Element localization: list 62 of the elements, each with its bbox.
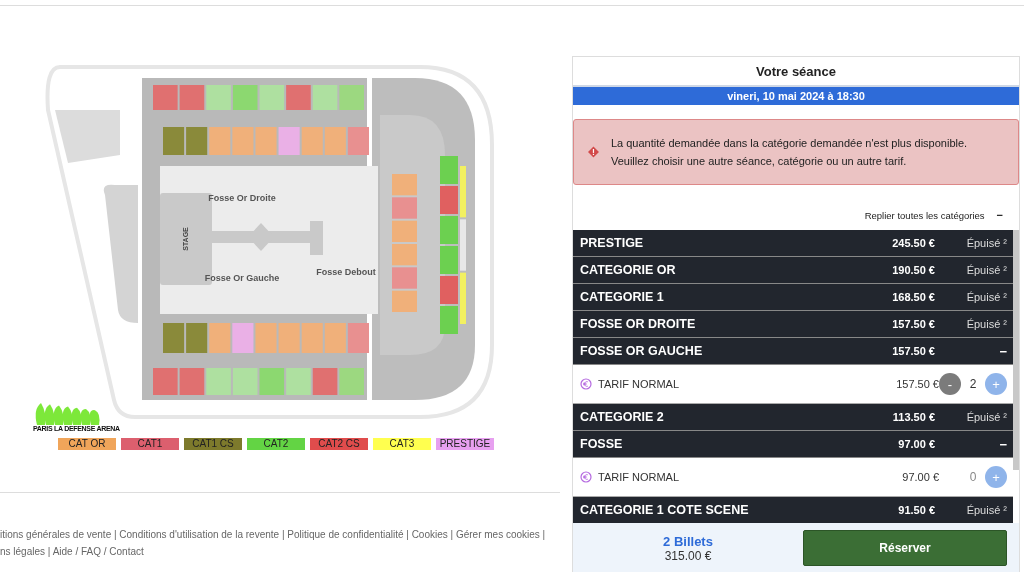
category-header[interactable]: CATEGORIE 1 168.50 € Épuisé ² — [573, 284, 1013, 311]
category-name: PRESTIGE — [580, 236, 645, 250]
sold-out-status: Épuisé ² — [965, 237, 1007, 249]
quantity-value: 0 — [968, 470, 978, 484]
category-header[interactable]: FOSSE OR DROITE 157.50 € Épuisé ² — [573, 311, 1013, 338]
euro-icon — [580, 471, 592, 483]
category-name: FOSSE OR GAUCHE — [580, 344, 704, 358]
category-price: 168.50 € — [891, 291, 935, 303]
tariff-price: 157.50 € — [896, 378, 939, 390]
collapse-icon[interactable]: − — [996, 209, 1003, 221]
category-price: 157.50 € — [891, 345, 935, 357]
total-price: 315.00 € — [664, 548, 712, 563]
category-name: FOSSE — [580, 437, 624, 451]
collapse-all-link[interactable]: Replier toutes les catégories — [864, 209, 985, 221]
footer-links[interactable]: ns légales | Aide / FAQ / Contact — [0, 546, 572, 557]
sold-out-status: Épuisé ² — [965, 411, 1007, 423]
category-name: FOSSE OR DROITE — [580, 317, 697, 331]
category-price: 113.50 € — [891, 411, 935, 423]
category-price: 245.50 € — [891, 237, 935, 249]
category-name: CATEGORIE OR — [580, 263, 677, 277]
quantity-value: 2 — [968, 377, 978, 391]
legend-chip: CAT OR — [58, 438, 116, 450]
sold-out-status: Épuisé ² — [965, 264, 1007, 276]
legend-chip: CAT1 — [121, 438, 179, 450]
category-price: 91.50 € — [897, 504, 935, 516]
legend-chip: CAT3 — [373, 438, 431, 450]
category-header[interactable]: FOSSE OR GAUCHE 157.50 € − — [573, 338, 1013, 365]
sold-out-status: Épuisé ² — [965, 318, 1007, 330]
sold-out-status: Épuisé ² — [965, 504, 1007, 516]
category-header[interactable]: CATEGORIE OR 190.50 € Épuisé ² — [573, 257, 1013, 284]
category-name: CATEGORIE 1 COTE SCENE — [580, 503, 750, 517]
session-date-bar: vineri, 10 mai 2024 à 18:30 — [573, 85, 1019, 105]
sold-out-status: Épuisé ² — [965, 291, 1007, 303]
legend-chip: CAT1 CS — [184, 438, 242, 450]
alert-message: La quantité demandée dans la catégorie demandée n'est plus disponible. Veuillez choisir une autre séance, catégorie ou un autre tarif. — [610, 136, 969, 169]
collapse-icon[interactable]: − — [935, 343, 1007, 359]
category-header[interactable]: PRESTIGE 245.50 € Épuisé ² — [573, 230, 1013, 257]
category-header[interactable]: CATEGORIE 2 113.50 € Épuisé ² — [573, 404, 1013, 431]
category-name: CATEGORIE 2 — [580, 410, 665, 424]
legend-chip: PRESTIGE — [436, 438, 494, 450]
tariff-name: TARIF NORMAL — [598, 378, 681, 390]
footer-links[interactable]: itions générales de vente | Conditions d'utilisation de la revente | Politique de confidentialité | Cookies | Gérer mes cookies | — [0, 529, 572, 540]
floor-zone-label: Fosse Debout — [316, 267, 376, 277]
tariff-name: TARIF NORMAL — [598, 471, 681, 483]
panel-title: Votre séance — [755, 63, 837, 81]
floor-zone-label: Fosse Or Gauche — [204, 273, 280, 283]
category-price: 97.00 € — [897, 438, 935, 450]
legend-chip: CAT2 CS — [310, 438, 368, 450]
tariff-price: 97.00 € — [902, 471, 939, 483]
category-header[interactable]: FOSSE 97.00 € − — [573, 431, 1013, 458]
collapse-icon[interactable]: − — [935, 436, 1007, 452]
reserve-button[interactable]: Réserver — [803, 530, 1007, 566]
category-price: 157.50 € — [891, 318, 935, 330]
legend-chip: CAT2 — [247, 438, 305, 450]
decrease-button[interactable]: - — [939, 373, 961, 395]
category-name: CATEGORIE 1 — [580, 290, 665, 304]
euro-icon — [580, 378, 592, 390]
category-price: 190.50 € — [891, 264, 935, 276]
ticket-count: 2 Billets — [663, 533, 713, 549]
floor-zone-label: Fosse Or Droite — [208, 193, 276, 203]
scrollbar[interactable] — [1013, 230, 1019, 470]
category-header[interactable]: CATEGORIE 1 COTE SCENE 91.50 € Épuisé ² — [573, 497, 1013, 523]
